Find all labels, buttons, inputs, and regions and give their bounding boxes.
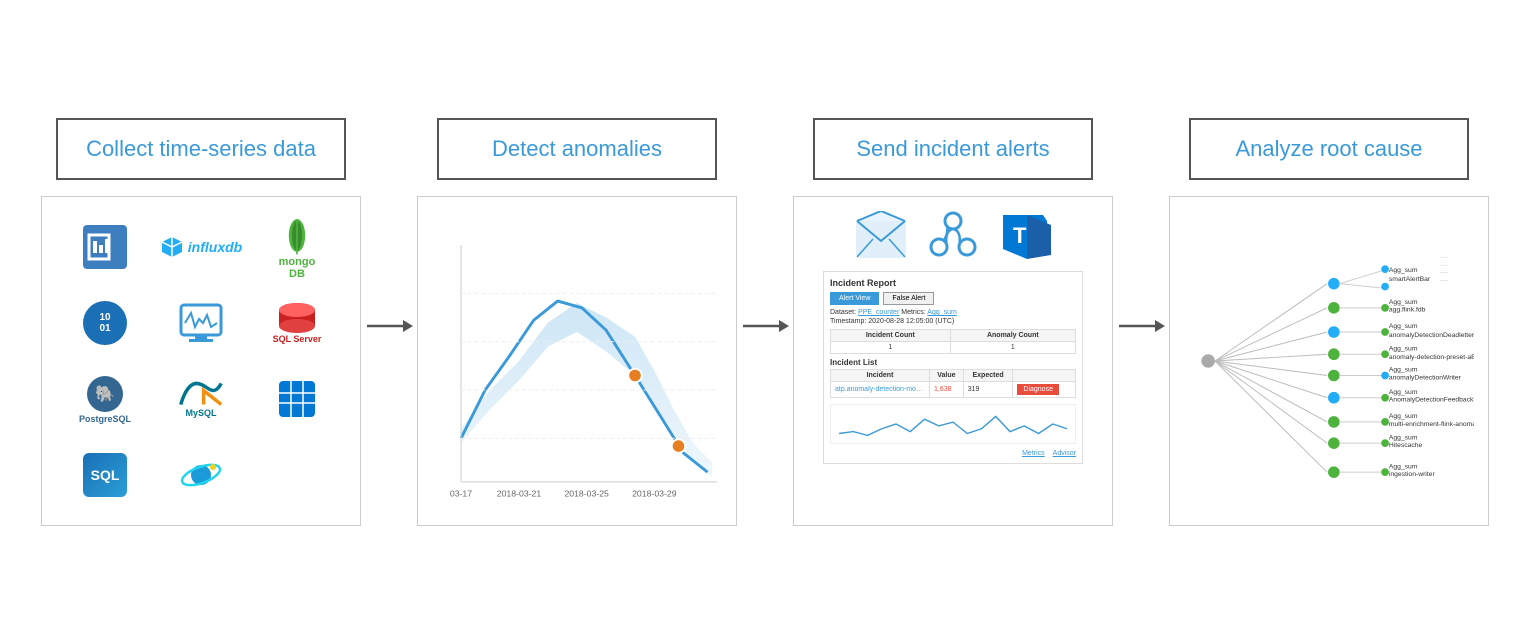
ds-sql: SQL (63, 443, 148, 508)
stage-collect-card: influxdb mongoDB 1001 (41, 196, 361, 526)
svg-text:🐘: 🐘 (95, 385, 115, 403)
ds-grafana (63, 215, 148, 280)
timestamp-value: 2020-08-28 12:05:00 (UTC) (868, 318, 954, 325)
col-expected: Expected (963, 370, 1013, 382)
svg-text:.....: ..... (1440, 261, 1448, 267)
incident-timestamp: Timestamp: 2020-08-28 12:05:00 (UTC) (830, 318, 1076, 325)
arrow-3 (1111, 288, 1171, 356)
timestamp-label: Timestamp: (830, 318, 866, 325)
teams-icon: T (999, 211, 1051, 259)
alert-icons-row: T (855, 211, 1051, 259)
col-incident: Incident (831, 370, 930, 382)
incident-list-header: Incident List (830, 358, 1076, 367)
ds-mongodb: mongoDB (255, 215, 340, 280)
svg-text:AnomalyDetectionFeedbackTaken: AnomalyDetectionFeedbackTaken (1389, 397, 1474, 404)
anomaly-chart-svg: 03-17 2018-03-21 2018-03-25 2018-03-29 (432, 211, 722, 511)
anomaly-count-header: Anomaly Count (950, 330, 1075, 342)
incident-panel: T Incident Report Alert View False Alert… (808, 211, 1098, 511)
col-action (1013, 370, 1076, 382)
arrow-2 (735, 288, 795, 356)
svg-text:Agg_sum: Agg_sum (1389, 367, 1418, 374)
dataset-label: Dataset: (830, 309, 856, 316)
col-value: Value (929, 370, 963, 382)
false-alert-btn[interactable]: False Alert (883, 292, 934, 305)
svg-text:anomalyDetectionDeadletterwrit: anomalyDetectionDeadletterwriter (1389, 332, 1474, 339)
svg-text:agg.flink.fdb: agg.flink.fdb (1389, 307, 1426, 314)
incident-btn-row: Alert View False Alert (830, 292, 1076, 305)
incident-expected: 319 (963, 382, 1013, 398)
pipeline-container: Collect time-series data (0, 98, 1530, 546)
incident-sparkline (830, 404, 1076, 444)
stage-collect-label: Collect time-series data (56, 118, 346, 180)
stage-alert-label: Send incident alerts (813, 118, 1093, 180)
svg-text:T: T (1013, 223, 1027, 248)
anomaly-chart: 03-17 2018-03-21 2018-03-25 2018-03-29 (432, 211, 722, 511)
datasources-grid: influxdb mongoDB 1001 (60, 212, 342, 510)
svg-text:2018-03-21: 2018-03-21 (497, 488, 542, 498)
svg-text:multi-enrichment-flink-anomaly: multi-enrichment-flink-anomaly-detector (1389, 421, 1474, 428)
dataset-value: PPE_counter (858, 309, 899, 316)
incident-summary-table: Incident Count Anomaly Count 1 1 (830, 329, 1076, 354)
ds-postgresql: 🐘 PostgreSQL (63, 367, 148, 432)
ds-cosmos (159, 443, 244, 508)
svg-text:.....: ..... (1440, 277, 1448, 283)
incident-links: Metrics Advisor (830, 450, 1076, 457)
anomaly-count-val: 1 (950, 342, 1075, 354)
rootcause-graph: Agg_sum smartAlertBar Agg_sum agg.flink.… (1184, 211, 1474, 511)
svg-text:Agg_sum: Agg_sum (1389, 323, 1418, 330)
svg-text:Hitescache: Hitescache (1389, 442, 1423, 449)
ds-influxdb: influxdb (159, 215, 244, 280)
ds-tablestorage (255, 367, 340, 432)
svg-text:2018-03-25: 2018-03-25 (564, 488, 609, 498)
stage-alert: Send incident alerts (793, 118, 1113, 526)
stage-detect-card: 03-17 2018-03-21 2018-03-25 2018-03-29 (417, 196, 737, 526)
diagnose-btn[interactable]: Diagnose (1017, 384, 1059, 395)
stage-analyze-card: Agg_sum smartAlertBar Agg_sum agg.flink.… (1169, 196, 1489, 526)
incident-count-header: Incident Count (831, 330, 951, 342)
stage-detect-label: Detect anomalies (437, 118, 717, 180)
incident-list-table: Incident Value Expected atp.anomaly-dete… (830, 369, 1076, 398)
stage-detect: Detect anomalies (417, 118, 737, 526)
stage-analyze-label: Analyze root cause (1189, 118, 1469, 180)
incident-id[interactable]: atp.anomaly-detection-model-selection... (831, 382, 930, 398)
svg-text:ingestion-writer: ingestion-writer (1389, 471, 1436, 478)
svg-text:smartAlertBar: smartAlertBar (1389, 276, 1431, 283)
metrics-link[interactable]: Metrics (1022, 450, 1045, 457)
alert-view-btn[interactable]: Alert View (830, 292, 879, 305)
advisor-link[interactable]: Advisor (1053, 450, 1076, 457)
ds-monitor (159, 291, 244, 356)
svg-text:Agg_sum: Agg_sum (1389, 463, 1418, 470)
svg-text:anomaly-detection-preset-aEven: anomaly-detection-preset-aEvent (1389, 354, 1474, 361)
stage-collect: Collect time-series data (41, 118, 361, 526)
svg-text:Agg_sum: Agg_sum (1389, 413, 1418, 420)
svg-text:Agg_sum: Agg_sum (1389, 299, 1418, 306)
svg-text:Agg_sum: Agg_sum (1389, 389, 1418, 396)
ds-sqlserver: SQL Server (255, 291, 340, 356)
svg-text:2018-03-29: 2018-03-29 (632, 488, 677, 498)
rootcause-svg: Agg_sum smartAlertBar Agg_sum agg.flink.… (1184, 211, 1474, 511)
email-icon (855, 211, 907, 259)
incident-dataset-row: Dataset: PPE_counter Metrics: Agg_sum (830, 309, 1076, 316)
ds-binary: 1001 (63, 291, 148, 356)
webhook-icon (927, 211, 979, 259)
incident-count-val: 1 (831, 342, 951, 354)
stage-alert-card: T Incident Report Alert View False Alert… (793, 196, 1113, 526)
arrow-1 (359, 288, 419, 356)
stage-analyze: Analyze root cause (1169, 118, 1489, 526)
metric-label: Metrics: (901, 309, 926, 316)
svg-text:.....: ..... (1440, 269, 1448, 275)
svg-text:03-17: 03-17 (450, 488, 472, 498)
incident-report-title: Incident Report (830, 278, 1076, 288)
svg-text:Agg_sum: Agg_sum (1389, 267, 1418, 274)
incident-mini-report: Incident Report Alert View False Alert D… (823, 271, 1083, 464)
svg-text:Agg_sum: Agg_sum (1389, 345, 1418, 352)
svg-text:Agg_sum: Agg_sum (1389, 434, 1418, 441)
metric-value: Agg_sum (927, 309, 957, 316)
incident-value: 1,638 (929, 382, 963, 398)
svg-text:.....: ..... (1440, 254, 1448, 260)
ds-mysql: MySQL (159, 367, 244, 432)
svg-text:anomalyDetectionWriter: anomalyDetectionWriter (1389, 374, 1462, 381)
